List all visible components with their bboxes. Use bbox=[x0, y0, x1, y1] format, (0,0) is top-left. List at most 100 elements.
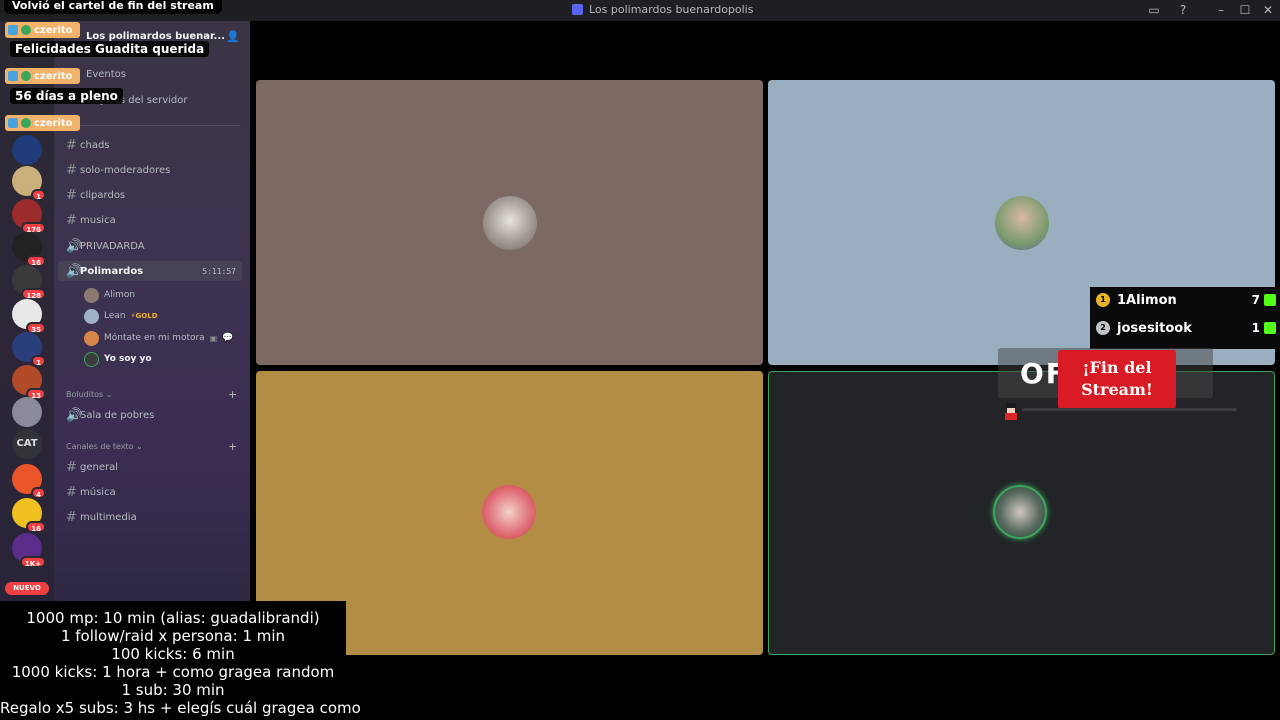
mention-badge: 1 bbox=[31, 189, 46, 201]
gold-label: GOLD bbox=[135, 312, 158, 320]
leaderboard-name: josesitook bbox=[1117, 320, 1192, 336]
character-sprite-icon bbox=[1003, 403, 1019, 421]
chevron-down-icon[interactable]: ⌄ bbox=[202, 30, 210, 40]
leaderboard-name: 1Alimon bbox=[1117, 292, 1177, 308]
avatar bbox=[995, 196, 1049, 250]
close-button[interactable]: ✕ bbox=[1259, 2, 1277, 19]
channel-solo-moderadores[interactable]: # solo-moderadores bbox=[58, 160, 242, 180]
goal-line: 100 kicks: 6 min bbox=[111, 645, 235, 663]
channel-label: solo-moderadores bbox=[80, 164, 171, 176]
server-icon[interactable]: 16 bbox=[12, 498, 46, 533]
hash-icon: # bbox=[66, 484, 77, 500]
voice-user-name: Móntate en mi motora bbox=[104, 333, 205, 343]
add-member-icon[interactable]: 👤 bbox=[226, 30, 240, 43]
category-canales-de-texto[interactable]: Canales de texto ⌄ bbox=[66, 442, 143, 451]
voice-channel-sala-de-pobres[interactable]: 🔊 Sala de pobres bbox=[58, 405, 242, 425]
avatar bbox=[482, 485, 536, 539]
speaker-icon: 🔊 bbox=[66, 263, 83, 279]
server-icon[interactable]: 1K+ bbox=[12, 533, 46, 568]
status-icon bbox=[21, 71, 31, 81]
server-icon[interactable]: 1 bbox=[12, 332, 46, 367]
kick-icon bbox=[1264, 322, 1276, 334]
end-stream-progress bbox=[1022, 408, 1237, 411]
goal-line: 1000 mp: 10 min (alias: guadalibrandi) bbox=[26, 609, 320, 627]
channel-chads[interactable]: # chads bbox=[58, 135, 242, 155]
channel-multimedia[interactable]: # multimedia bbox=[58, 507, 242, 527]
channel-general[interactable]: # general bbox=[58, 457, 242, 477]
voice-user-lean[interactable]: Lean ⚡GOLD bbox=[84, 307, 158, 325]
server-icon[interactable]: 13 bbox=[12, 365, 46, 400]
voice-user-alimon[interactable]: Alimon bbox=[84, 286, 135, 304]
mention-badge: 1K+ bbox=[19, 556, 46, 568]
chat-username: czerito bbox=[34, 24, 73, 36]
channel-label: PRIVADARDA bbox=[80, 240, 145, 252]
server-icon[interactable] bbox=[12, 135, 42, 165]
server-avatar bbox=[12, 397, 42, 427]
mention-badge: 16 bbox=[26, 521, 46, 533]
channel-musica-text[interactable]: # música bbox=[58, 482, 242, 502]
sidebar-divider bbox=[64, 125, 240, 126]
voice-channel-polimardos[interactable]: 🔊 Polimardos 5:11:57 bbox=[58, 261, 242, 281]
minimize-button[interactable]: – bbox=[1212, 2, 1230, 19]
participant-tile[interactable] bbox=[256, 80, 763, 365]
hash-icon: # bbox=[66, 509, 77, 525]
server-icon[interactable]: 4 bbox=[12, 464, 46, 499]
server-icon[interactable]: 16 bbox=[12, 232, 46, 267]
verified-icon bbox=[8, 25, 18, 35]
leaderboard-row: 1 1Alimon 7 bbox=[1096, 288, 1276, 312]
events-link[interactable]: Eventos bbox=[86, 69, 126, 80]
voice-channel-privadarda[interactable]: 🔊 PRIVADARDA bbox=[58, 236, 242, 256]
end-stream-line2: Stream! bbox=[1081, 380, 1153, 399]
server-icon[interactable]: 128 bbox=[12, 265, 46, 300]
end-stream-banner: ¡Fin del Stream! bbox=[1058, 350, 1176, 409]
chat-username-badge: czerito bbox=[5, 115, 80, 131]
hash-icon: # bbox=[66, 187, 77, 203]
chat-bubble-icon: 💬 bbox=[222, 333, 234, 343]
leaderboard: 1 1Alimon 7 2 josesitook 1 bbox=[1090, 287, 1280, 349]
avatar bbox=[993, 485, 1047, 539]
leaderboard-row: 2 josesitook 1 bbox=[1096, 316, 1276, 340]
channel-label: música bbox=[80, 486, 116, 498]
speaker-icon: 🔊 bbox=[66, 238, 83, 254]
gold-badge: ⚡GOLD bbox=[130, 312, 158, 320]
overlay-top-text: Volvió el cartel de fin del stream bbox=[4, 0, 222, 14]
server-icon[interactable]: 176 bbox=[12, 199, 46, 234]
avatar bbox=[483, 196, 537, 250]
avatar bbox=[84, 308, 99, 324]
voice-user-montate[interactable]: Móntate en mi motora ▣ 💬 bbox=[84, 329, 233, 347]
add-channel-icon[interactable]: + bbox=[228, 388, 237, 401]
server-icon[interactable] bbox=[12, 397, 42, 427]
participant-tile-speaking[interactable] bbox=[768, 371, 1275, 655]
leaderboard-value: 7 bbox=[1251, 293, 1260, 307]
rank-badge: 1 bbox=[1096, 293, 1110, 307]
status-icon bbox=[21, 118, 31, 128]
goal-line: 1000 kicks: 1 hora + como gragea random bbox=[11, 663, 335, 681]
voice-user-name: Yo soy yo bbox=[104, 354, 152, 364]
kick-icon bbox=[1264, 294, 1276, 306]
category-label: Boluditos bbox=[66, 390, 104, 399]
channel-musica[interactable]: # musica bbox=[58, 210, 242, 230]
hash-icon: # bbox=[66, 162, 77, 178]
voice-user-name: Alimon bbox=[104, 290, 136, 300]
avatar bbox=[84, 287, 99, 303]
hash-icon: # bbox=[66, 212, 77, 228]
chat-username: czerito bbox=[34, 70, 73, 82]
channel-label: multimedia bbox=[80, 511, 137, 523]
maximize-button[interactable]: ☐ bbox=[1236, 2, 1254, 19]
server-icon[interactable]: 1 bbox=[12, 166, 46, 201]
category-label: Canales de texto bbox=[66, 442, 134, 451]
server-avatar bbox=[12, 135, 42, 165]
leaderboard-value: 1 bbox=[1251, 321, 1260, 335]
help-icon[interactable]: ? bbox=[1174, 2, 1192, 19]
inbox-icon[interactable]: ▭ bbox=[1145, 2, 1163, 19]
rank-badge: 2 bbox=[1096, 321, 1110, 335]
voice-user-yosoyyo[interactable]: Yo soy yo bbox=[84, 350, 152, 368]
category-boluditos[interactable]: Boluditos ⌄ bbox=[66, 390, 112, 399]
hash-icon: # bbox=[66, 137, 77, 153]
server-icon[interactable]: 35 bbox=[12, 299, 46, 334]
goal-line: Regalo x5 subs: 3 hs + elegís cuál grage… bbox=[0, 699, 361, 717]
call-timer: 5:11:57 bbox=[202, 266, 236, 276]
add-channel-icon[interactable]: + bbox=[228, 440, 237, 453]
server-icon[interactable]: CAT bbox=[12, 429, 42, 459]
channel-clipardos[interactable]: # clipardos bbox=[58, 185, 242, 205]
